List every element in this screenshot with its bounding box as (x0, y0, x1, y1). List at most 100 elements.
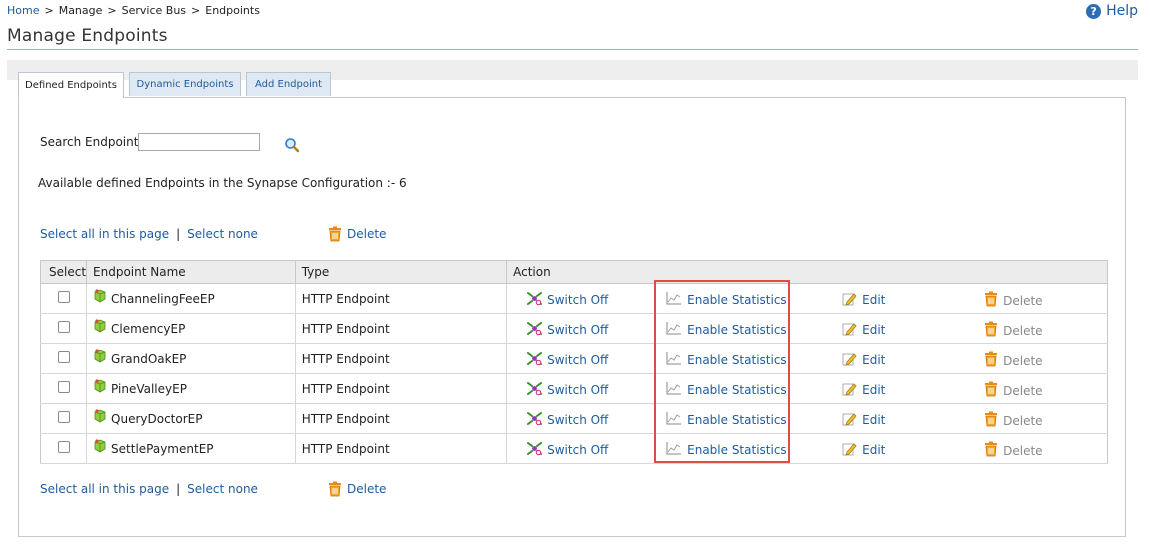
switch-off-link[interactable]: Switch Off (527, 381, 608, 399)
enable-statistics-link[interactable]: Enable Statistics (666, 381, 787, 398)
endpoint-actions-cell: Switch Off Enable Statistics Edit Delete (506, 433, 1108, 464)
switch-off-link[interactable]: Switch Off (527, 291, 608, 309)
endpoint-name-cell: PineValleyEP (86, 373, 296, 404)
row-checkbox[interactable] (57, 381, 70, 393)
switch-off-link[interactable]: Switch Off (527, 441, 608, 459)
bulk-delete-label: Delete (347, 227, 387, 241)
trash-icon (984, 411, 998, 430)
endpoint-icon (93, 348, 107, 366)
row-checkbox[interactable] (57, 291, 70, 303)
row-select-cell (39, 373, 88, 404)
switch-off-label: Switch Off (547, 323, 609, 337)
select-none-link[interactable]: Select none (187, 227, 258, 241)
switch-off-link[interactable]: Switch Off (527, 351, 608, 369)
enable-statistics-label: Enable Statistics (687, 412, 787, 427)
row-checkbox[interactable] (57, 411, 70, 423)
trash-icon (984, 321, 998, 340)
edit-label: Edit (862, 353, 886, 367)
edit-label: Edit (862, 443, 886, 457)
switch-off-link[interactable]: Switch Off (527, 321, 608, 339)
bulk-delete-button[interactable]: Delete (328, 226, 386, 242)
delete-link[interactable]: Delete (984, 351, 1043, 370)
trash-icon (329, 481, 341, 497)
tab-defined-endpoints[interactable]: Defined Endpoints (18, 72, 124, 98)
endpoint-icon (93, 318, 107, 336)
breadcrumb-service-bus[interactable]: Service Bus (122, 4, 186, 17)
endpoint-type-cell: HTTP Endpoint (295, 313, 508, 344)
trash-icon (984, 351, 998, 370)
breadcrumb-separator: > (191, 4, 201, 17)
row-checkbox[interactable] (57, 441, 70, 453)
delete-label: Delete (1003, 383, 1043, 398)
enable-statistics-link[interactable]: Enable Statistics (666, 411, 787, 428)
delete-label: Delete (1003, 293, 1043, 308)
edit-link[interactable]: Edit (842, 441, 885, 459)
endpoint-type-cell: HTTP Endpoint (295, 343, 508, 374)
switch-off-link[interactable]: Switch Off (527, 411, 608, 429)
row-checkbox[interactable] (57, 321, 70, 333)
statistics-chart-icon (666, 411, 682, 428)
enable-statistics-link[interactable]: Enable Statistics (666, 351, 787, 368)
endpoint-name-cell: GrandOakEP (86, 343, 296, 374)
delete-link[interactable]: Delete (984, 321, 1043, 340)
delete-link[interactable]: Delete (984, 291, 1043, 310)
statistics-chart-icon (666, 321, 682, 338)
tab-dynamic-endpoints[interactable]: Dynamic Endpoints (129, 72, 241, 96)
edit-link[interactable]: Edit (842, 381, 885, 399)
endpoint-actions-cell: Switch Off Enable Statistics Edit Delete (506, 403, 1108, 434)
trash-icon (984, 381, 998, 400)
edit-icon (842, 441, 857, 459)
delete-label: Delete (1003, 323, 1043, 338)
enable-statistics-label: Enable Statistics (687, 352, 787, 367)
title-divider (7, 49, 1138, 50)
endpoint-name: ChannelingFeeEP (111, 291, 215, 306)
switch-off-label: Switch Off (547, 383, 609, 397)
bulk-delete-label: Delete (347, 482, 387, 496)
select-all-link[interactable]: Select all in this page (40, 482, 169, 496)
search-input[interactable] (138, 133, 260, 151)
switch-icon (527, 411, 543, 429)
delete-link[interactable]: Delete (984, 441, 1043, 460)
delete-label: Delete (1003, 413, 1043, 428)
breadcrumb-manage[interactable]: Manage (59, 4, 103, 17)
table-row: QueryDoctorEP HTTP Endpoint Switch Off Enab… (39, 403, 1108, 434)
endpoint-name: ClemencyEP (111, 321, 186, 336)
endpoint-type-cell: HTTP Endpoint (295, 283, 508, 314)
help-link[interactable]: ? Help (1086, 3, 1138, 19)
bulk-delete-button[interactable]: Delete (328, 481, 386, 497)
tab-add-endpoint[interactable]: Add Endpoint (246, 72, 331, 96)
endpoint-actions-cell: Switch Off Enable Statistics Edit Delete (506, 373, 1108, 404)
switch-off-label: Switch Off (547, 413, 609, 427)
select-none-link[interactable]: Select none (187, 482, 258, 496)
endpoint-name-cell: ClemencyEP (86, 313, 296, 344)
delete-link[interactable]: Delete (984, 381, 1043, 400)
edit-link[interactable]: Edit (842, 291, 885, 309)
breadcrumb-separator: > (107, 4, 117, 17)
switch-icon (527, 351, 543, 369)
breadcrumb-home[interactable]: Home (7, 4, 39, 17)
endpoint-icon (93, 288, 107, 306)
enable-statistics-link[interactable]: Enable Statistics (666, 441, 787, 458)
endpoint-type-cell: HTTP Endpoint (295, 433, 508, 464)
search-icon[interactable] (284, 137, 300, 153)
edit-link[interactable]: Edit (842, 321, 885, 339)
edit-icon (842, 411, 857, 429)
endpoint-type-cell: HTTP Endpoint (295, 403, 508, 434)
page-title: Manage Endpoints (7, 26, 168, 46)
select-all-link[interactable]: Select all in this page (40, 227, 169, 241)
endpoint-icon (93, 378, 107, 396)
edit-link[interactable]: Edit (842, 411, 885, 429)
delete-link[interactable]: Delete (984, 411, 1043, 430)
switch-icon (527, 381, 543, 399)
endpoint-name-cell: SettlePaymentEP (86, 433, 296, 464)
breadcrumb-separator: > (44, 4, 54, 17)
endpoint-name: PineValleyEP (111, 381, 187, 396)
enable-statistics-link[interactable]: Enable Statistics (666, 321, 787, 338)
edit-icon (842, 381, 857, 399)
endpoint-actions-cell: Switch Off Enable Statistics Edit Delete (506, 313, 1108, 344)
statistics-chart-icon (666, 381, 682, 398)
endpoint-name-cell: ChannelingFeeEP (86, 283, 296, 314)
edit-link[interactable]: Edit (842, 351, 885, 369)
enable-statistics-link[interactable]: Enable Statistics (666, 291, 787, 308)
row-checkbox[interactable] (57, 351, 70, 363)
